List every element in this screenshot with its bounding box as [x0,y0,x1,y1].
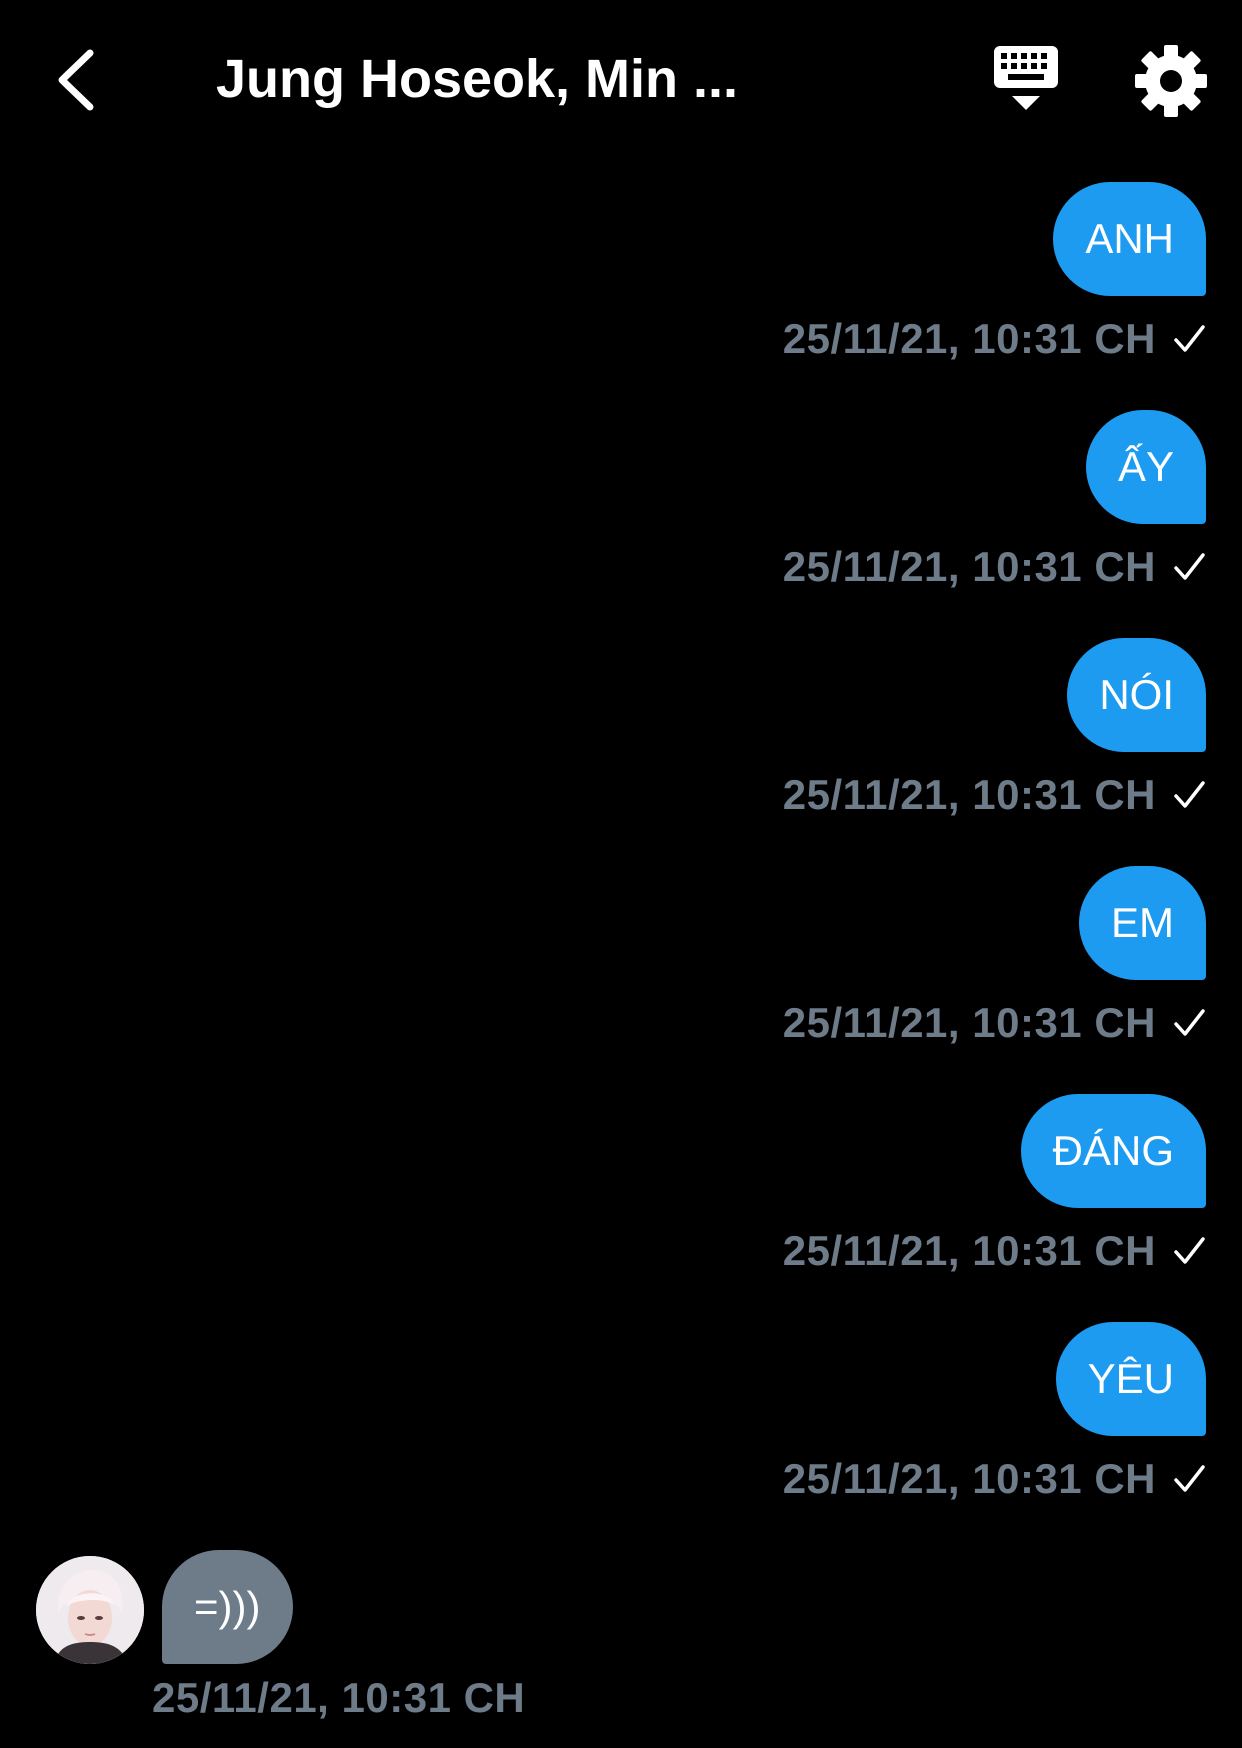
check-icon [1174,1465,1205,1492]
conversation-title[interactable]: Jung Hoseok, Min ... [216,44,796,114]
message-bubble[interactable]: ANH [1053,182,1206,296]
keyboard-toggle-button[interactable] [990,44,1062,116]
check-icon [1174,325,1205,352]
message-timestamp: 25/11/21, 10:31 CH [782,1455,1156,1502]
message-meta: 25/11/21, 10:31 CH [783,1222,1206,1280]
chat-header: Jung Hoseok, Min ... [0,0,1242,150]
message-timestamp: 25/11/21, 10:31 CH [782,1227,1156,1274]
message-meta: 25/11/21, 10:31 CH [783,766,1206,824]
message-bubble[interactable]: NÓI [1067,638,1206,752]
message-bubble[interactable]: ẤY [1085,410,1206,524]
message-bubble[interactable]: =))) [162,1550,293,1664]
message-meta: 25/11/21, 10:31 CH [783,310,1206,368]
back-button[interactable] [36,40,116,120]
gear-icon [1135,45,1207,117]
message-bubble[interactable]: YÊU [1055,1322,1206,1436]
sent-message: ANH 25/11/21, 10:31 CH [783,182,1206,368]
check-icon [1174,1009,1205,1036]
sent-message: ẤY 25/11/21, 10:31 CH [783,410,1206,596]
message-bubble[interactable]: ĐÁNG [1020,1094,1206,1208]
chevron-left-icon [58,49,94,111]
avatar-image [36,1556,144,1664]
message-timestamp: 25/11/21, 10:31 CH [152,1674,526,1721]
settings-button[interactable] [1132,42,1210,120]
message-meta: 25/11/21, 10:31 CH [783,538,1206,596]
sent-message: NÓI 25/11/21, 10:31 CH [783,638,1206,824]
check-icon [1174,1237,1205,1264]
message-timestamp: 25/11/21, 10:31 CH [782,315,1156,362]
check-icon [1174,781,1205,808]
keyboard-hide-icon [994,46,1058,110]
avatar[interactable] [36,1556,144,1664]
sent-message: ĐÁNG 25/11/21, 10:31 CH [783,1094,1206,1280]
message-meta: 25/11/21, 10:31 CH [783,1450,1206,1508]
sent-message: YÊU 25/11/21, 10:31 CH [783,1322,1206,1508]
message-bubble[interactable]: EM [1079,866,1206,980]
sent-message: EM 25/11/21, 10:31 CH [783,866,1206,1052]
check-icon [1174,553,1205,580]
message-timestamp: 25/11/21, 10:31 CH [782,999,1156,1046]
message-meta: 25/11/21, 10:31 CH [783,994,1206,1052]
message-timestamp: 25/11/21, 10:31 CH [782,543,1156,590]
message-timestamp: 25/11/21, 10:31 CH [782,771,1156,818]
